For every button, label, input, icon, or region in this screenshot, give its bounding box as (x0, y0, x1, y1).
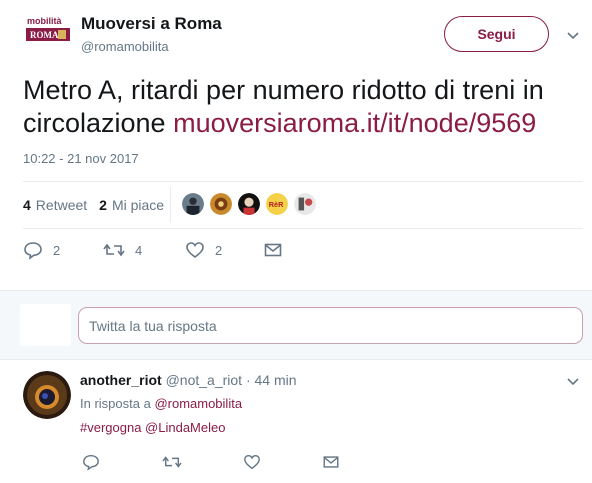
liker-avatar[interactable] (209, 192, 233, 216)
reply-display-name[interactable]: another_riot (80, 372, 162, 388)
reply-screen-name[interactable]: @not_a_riot (166, 372, 242, 388)
retweet-count: 4 (135, 242, 143, 258)
chevron-down-icon[interactable] (566, 28, 580, 42)
like-action[interactable] (243, 453, 261, 471)
liker-avatar[interactable]: RèR (265, 192, 289, 216)
in-reply-to-mention[interactable]: @romamobilita (154, 396, 242, 411)
reply-header: another_riot @not_a_riot · 44 min (80, 372, 297, 388)
reply-tweet: another_riot @not_a_riot · 44 min In ris… (0, 361, 592, 483)
retweet-action[interactable]: 4 (103, 240, 142, 260)
reply-avatar[interactable] (23, 371, 71, 419)
user-avatar (20, 304, 71, 346)
retweet-icon (162, 456, 182, 468)
reply-input[interactable]: Twitta la tua risposta (78, 307, 583, 344)
reply-count: 2 (53, 242, 61, 258)
like-count: 2 (215, 242, 223, 258)
reply-action[interactable] (82, 453, 100, 471)
tweet-text: Metro A, ritardi per numero ridotto di t… (23, 74, 583, 140)
like-stat[interactable]: 2 Mi piace (99, 197, 164, 213)
tweet-stats: 4 Retweet 2 Mi piace (23, 193, 176, 217)
tweet-timestamp[interactable]: 10:22 - 21 nov 2017 (23, 151, 139, 166)
reply-compose-bar: Twitta la tua risposta (0, 290, 592, 360)
reply-text[interactable]: #vergogna @LindaMeleo (80, 420, 225, 435)
svg-text:ROMA: ROMA (30, 30, 59, 40)
reply-separator: · (245, 372, 251, 388)
retweet-stat[interactable]: 4 Retweet (23, 197, 87, 213)
display-name[interactable]: Muoversi a Roma (81, 14, 222, 34)
stats-separator (170, 187, 171, 223)
like-action[interactable]: 2 (185, 240, 222, 260)
liker-avatar[interactable] (181, 192, 205, 216)
retweet-action[interactable] (162, 453, 182, 471)
follow-button[interactable]: Segui (444, 16, 549, 52)
tweet-link[interactable]: muoversiaroma.it/it/node/9569 (173, 108, 536, 138)
main-tweet: mobilità ROMA Muoversi a Roma @romamobil… (0, 0, 592, 290)
svg-text:mobilità: mobilità (27, 16, 62, 26)
reply-icon (83, 454, 99, 471)
chevron-down-icon[interactable] (566, 374, 580, 388)
like-stat-count: 2 (99, 197, 107, 213)
retweet-icon (103, 243, 125, 257)
retweet-stat-count: 4 (23, 197, 31, 213)
likers-avatars: RèR (181, 192, 321, 216)
reply-icon (24, 242, 42, 260)
screen-name[interactable]: @romamobilita (81, 39, 169, 54)
liker-avatar[interactable] (293, 192, 317, 216)
direct-message-action[interactable] (322, 453, 340, 471)
reply-time[interactable]: 44 min (255, 372, 297, 388)
account-logo-avatar[interactable]: mobilità ROMA (24, 14, 72, 54)
svg-text:RèR: RèR (269, 200, 284, 209)
heart-icon (244, 454, 260, 470)
divider (23, 181, 583, 182)
like-stat-label: Mi piace (111, 197, 165, 213)
divider (23, 228, 583, 229)
in-reply-to: In risposta a @romamobilita (80, 396, 242, 411)
envelope-icon (323, 456, 339, 468)
liker-avatar[interactable] (237, 192, 261, 216)
retweet-stat-label: Retweet (35, 197, 88, 213)
envelope-icon (264, 243, 282, 257)
reply-action[interactable]: 2 (23, 240, 60, 260)
heart-icon (186, 242, 204, 259)
direct-message-action[interactable] (263, 240, 283, 260)
in-reply-to-prefix: In risposta a (80, 396, 155, 411)
